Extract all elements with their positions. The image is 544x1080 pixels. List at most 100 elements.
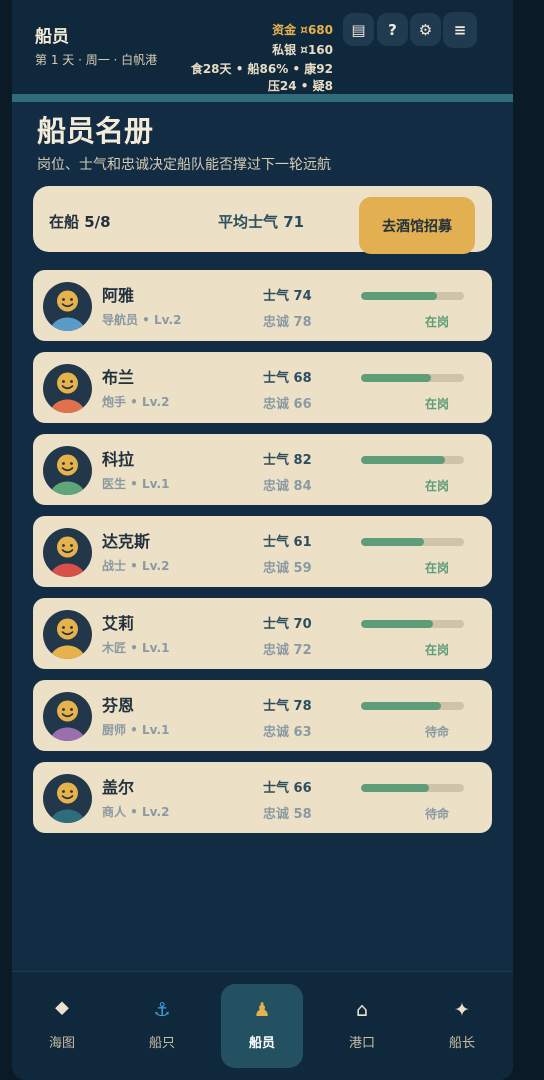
morale-bar [361,292,464,300]
morale-bar-fill [361,702,442,710]
crew-status: 在岗 [425,561,450,575]
header-subtitle: 第 1 天 · 周一 · 白帆港 [35,53,158,67]
crew-loyalty: 忠诚 58 [263,807,312,822]
crew-role: 炮手 • Lv.2 [102,395,170,409]
recruit-button[interactable]: 去酒馆招募 [359,197,475,254]
crew-morale: 士气 68 [263,371,312,386]
avatar [43,528,92,577]
crew-card[interactable]: 布兰炮手 • Lv.2 士气 68 忠诚 66 在岗 [33,352,492,423]
crew-morale: 士气 61 [263,535,312,550]
crew-morale: 士气 74 [263,289,312,304]
morale-bar-fill [361,620,434,628]
bottom-nav: ⯁ 海图 ⚓ 船只 ♟ 船员 ⌂ 港口 ✦ 船长 [12,971,513,1080]
crew-name: 艾莉 [102,614,135,633]
morale-bar [361,456,464,464]
crew-card[interactable]: 达克斯战士 • Lv.2 士气 61 忠诚 59 在岗 [33,516,492,587]
menu-button[interactable]: ≡ [443,12,477,48]
avatar [43,692,92,741]
crew-role: 木匠 • Lv.1 [102,641,170,655]
crew-loyalty: 忠诚 59 [263,561,312,576]
crew-role: 商人 • Lv.2 [102,805,170,819]
funds-value: 资金 ¤680 [272,23,333,37]
page-title: 船员名册 [37,114,154,148]
crew-loyalty: 忠诚 72 [263,643,312,658]
morale-bar-fill [361,292,438,300]
crew-role: 厨师 • Lv.1 [102,723,170,737]
morale-bar [361,702,464,710]
morale-bar-fill [361,456,446,464]
crew-status: 在岗 [425,479,450,493]
header-divider-bar [12,94,513,102]
crew-loyalty: 忠诚 84 [263,479,312,494]
crew-morale: 士气 66 [263,781,312,796]
morale-bar [361,784,464,792]
crew-role: 战士 • Lv.2 [102,559,170,573]
crew-name: 科拉 [102,450,135,469]
morale-bar [361,374,464,382]
crew-status: 在岗 [425,315,450,329]
nav-label: 港口 [348,1036,375,1051]
sparkle-icon: ✦ [454,999,470,1021]
nav-item[interactable]: ⯁ 海图 [21,984,103,1068]
nav-label: 船长 [448,1036,475,1051]
crew-status: 在岗 [425,397,450,411]
nav-label: 船员 [248,1036,275,1051]
crew-card[interactable]: 阿雅导航员 • Lv.2 士气 74 忠诚 78 在岗 [33,270,492,341]
morale-bar-fill [361,538,424,546]
app-window: 船员 第 1 天 · 周一 · 白帆港 资金 ¤680 私银 ¤160 食28天… [12,0,513,1080]
crew-name: 达克斯 [102,532,151,551]
average-morale: 平均士气 71 [218,213,305,231]
settings-button[interactable]: ⚙ [410,13,441,46]
crew-morale: 士气 78 [263,699,312,714]
crew-card[interactable]: 科拉医生 • Lv.1 士气 82 忠诚 84 在岗 [33,434,492,505]
crew-role: 医生 • Lv.1 [102,477,170,491]
supply-status: 食28天 • 船86% • 康92 [190,62,333,76]
crew-summary-card: 在船 5/8 平均士气 71 去酒馆招募 [33,186,492,254]
crew-loyalty: 忠诚 63 [263,725,312,740]
avatar [43,364,92,413]
crew-loyalty: 忠诚 66 [263,397,312,412]
crew-morale: 士气 82 [263,453,312,468]
help-icon: ? [388,20,397,39]
crew-status: 在岗 [425,643,450,657]
nav-item[interactable]: ♟ 船员 [221,984,303,1068]
morale-bar-fill [361,374,432,382]
nav-label: 船只 [148,1036,175,1051]
crew-status: 待命 [425,807,450,821]
menu-icon: ≡ [453,21,467,39]
header-title: 船员 [35,27,69,47]
crew-morale: 士气 70 [263,617,312,632]
crew-name: 阿雅 [102,286,135,305]
crew-card[interactable]: 盖尔商人 • Lv.2 士气 66 忠诚 58 待命 [33,762,492,833]
morale-bar-fill [361,784,429,792]
silver-value: 私银 ¤160 [272,43,333,57]
avatar [43,282,92,331]
nav-item[interactable]: ⌂ 港口 [321,984,403,1068]
log-icon: ▤ [351,20,366,39]
crew-role: 导航员 • Lv.2 [102,313,182,327]
page-subtitle: 岗位、士气和忠诚决定船队能否撑过下一轮远航 [37,157,331,173]
house-icon: ⌂ [355,999,369,1021]
log-button[interactable]: ▤ [343,13,374,46]
crew-loyalty: 忠诚 78 [263,315,312,330]
avatar [43,446,92,495]
avatar [43,774,92,823]
nav-label: 海图 [48,1036,75,1051]
gear-icon: ⚙ [418,20,433,39]
resource-stats: 资金 ¤680 私银 ¤160 食28天 • 船86% • 康92 压24 • … [191,20,333,93]
header: 船员 第 1 天 · 周一 · 白帆港 资金 ¤680 私银 ¤160 食28天… [12,0,513,94]
nav-item[interactable]: ✦ 船长 [421,984,503,1068]
crew-status: 待命 [425,725,450,739]
crew-card[interactable]: 芬恩 厨师 • Lv.1 士气 78 忠诚 63 待命 [33,680,492,751]
anchor-icon: ⚓ [153,999,171,1021]
avatar [43,610,92,659]
crew-name: 盖尔 [102,778,135,797]
help-button[interactable]: ? [377,13,408,46]
nav-item[interactable]: ⚓ 船只 [121,984,203,1068]
person-icon: ♟ [253,999,271,1021]
crew-name: 布兰 [102,368,135,387]
compass-star-icon: ⯁ [54,999,70,1021]
onboard-count: 在船 5/8 [49,213,111,231]
pressure-status: 压24 • 疑8 [267,79,333,93]
crew-card[interactable]: 艾莉木匠 • Lv.1 士气 70 忠诚 72 在岗 [33,598,492,669]
